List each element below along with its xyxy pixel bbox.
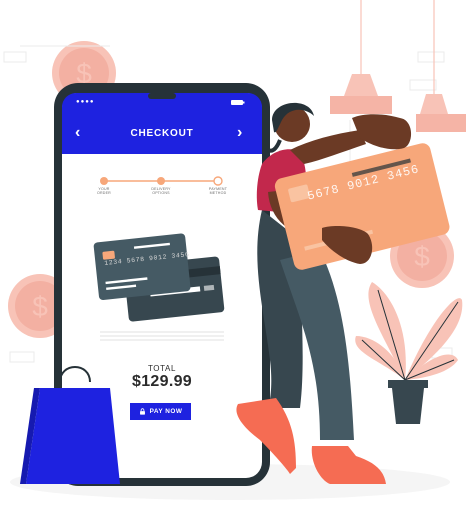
step-payment-method[interactable]: PAYMENT METHOD [198, 187, 238, 196]
page-title: CHECKOUT [130, 128, 194, 139]
total-amount: $129.99 [132, 373, 192, 390]
step-your-order[interactable]: YOUR ORDER [84, 187, 124, 196]
step-label: PAYMENT METHOD [208, 187, 228, 196]
svg-text:$: $ [32, 291, 48, 322]
illustration-scene: $ $ $ [3, 0, 466, 500]
step-delivery-options[interactable]: DELIVERY OPTIONS [141, 187, 181, 196]
signal-dots-icon: ●●●● [76, 99, 95, 105]
total-label: TOTAL [147, 364, 177, 373]
pendant-lamps [330, 0, 466, 132]
chevron-right-icon[interactable]: › [237, 123, 242, 143]
step-label: YOUR ORDER [97, 187, 111, 196]
potted-plant [355, 282, 463, 424]
svg-text:$: $ [414, 241, 430, 272]
pay-now-label: PAY NOW [149, 408, 183, 415]
woman-figure [236, 102, 450, 484]
lock-icon [139, 408, 145, 415]
pay-now-button[interactable]: PAY NOW [130, 403, 191, 420]
step-label: DELIVERY OPTIONS [151, 187, 171, 196]
